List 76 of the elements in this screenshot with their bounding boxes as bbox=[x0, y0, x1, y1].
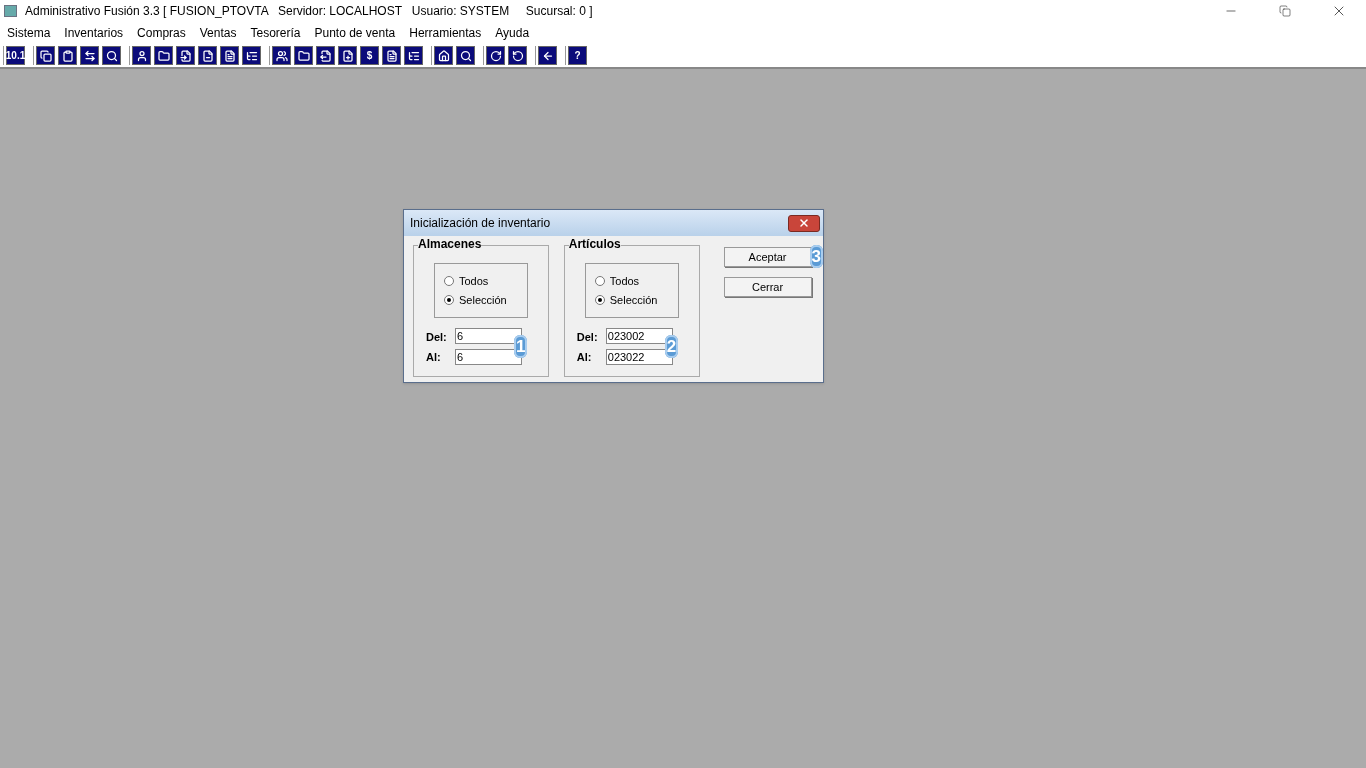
toolbar-button[interactable]: 10.1 bbox=[6, 46, 25, 65]
document-arrow-icon bbox=[319, 49, 332, 62]
person-icon bbox=[135, 49, 148, 62]
document-arrow-icon bbox=[179, 49, 192, 62]
document-plus-icon bbox=[341, 49, 354, 62]
toolbar-button[interactable] bbox=[36, 46, 55, 65]
toolbar-button[interactable] bbox=[80, 46, 99, 65]
toolbar-button[interactable] bbox=[242, 46, 261, 65]
folder-icon bbox=[297, 49, 310, 62]
refresh-icon bbox=[489, 49, 502, 62]
home-icon bbox=[437, 49, 450, 62]
back-arrow-icon bbox=[541, 49, 554, 62]
toolbar-button[interactable] bbox=[176, 46, 195, 65]
toolbar-button[interactable] bbox=[132, 46, 151, 65]
clipboard-icon bbox=[61, 49, 74, 62]
dialog-button[interactable]: Cerrar bbox=[723, 277, 812, 297]
toolbar-button[interactable] bbox=[434, 46, 453, 65]
radio-label: Selección bbox=[609, 293, 658, 308]
document-icon bbox=[385, 49, 398, 62]
dialog-title: Inicialización de inventario bbox=[410, 215, 551, 232]
toolbar-button[interactable] bbox=[486, 46, 505, 65]
menu-item[interactable]: Ventas bbox=[199, 24, 237, 42]
field-label: Del: bbox=[576, 330, 599, 345]
menu-item[interactable]: Tesorería bbox=[250, 24, 301, 42]
app-icon bbox=[4, 5, 17, 17]
toolbar-button[interactable] bbox=[102, 46, 121, 65]
dialog-button[interactable]: Aceptar bbox=[723, 247, 812, 267]
field-label: Al: bbox=[426, 350, 442, 365]
menu-item[interactable]: Inventarios bbox=[64, 24, 124, 42]
toolbar-button[interactable] bbox=[154, 46, 173, 65]
toolbar-button[interactable]: ? bbox=[568, 46, 587, 65]
toolbar-button[interactable] bbox=[538, 46, 557, 65]
toolbar-button[interactable] bbox=[198, 46, 217, 65]
radio-button[interactable] bbox=[594, 295, 605, 306]
list-icon bbox=[407, 49, 420, 62]
number-badge: 1 bbox=[514, 334, 528, 358]
field-label: Al: bbox=[576, 350, 593, 365]
arrows-icon bbox=[83, 49, 96, 62]
close-icon bbox=[798, 217, 810, 229]
radio-button[interactable] bbox=[444, 275, 454, 286]
radio-button[interactable] bbox=[594, 275, 605, 286]
toolbar-button[interactable] bbox=[404, 46, 423, 65]
menu-item[interactable]: Punto de venta bbox=[314, 24, 396, 42]
toolbar-button[interactable] bbox=[382, 46, 401, 65]
group-title: Almacenes bbox=[418, 238, 482, 250]
document-minus-icon bbox=[201, 49, 214, 62]
toolbar-button[interactable] bbox=[294, 46, 313, 65]
search-icon bbox=[105, 49, 118, 62]
list-icon bbox=[245, 49, 258, 62]
toolbar-button[interactable] bbox=[508, 46, 527, 65]
folder-icon bbox=[157, 49, 170, 62]
undo-icon bbox=[511, 49, 524, 62]
menu-item[interactable]: Sistema bbox=[7, 24, 51, 42]
toolbar-button[interactable] bbox=[272, 46, 291, 65]
menu-item[interactable]: Herramientas bbox=[409, 24, 482, 42]
radio-label: Selección bbox=[459, 293, 507, 308]
toolbar-button[interactable]: $ bbox=[360, 46, 379, 65]
toolbar-button[interactable] bbox=[316, 46, 335, 65]
group-title: Artículos bbox=[568, 238, 621, 250]
toolbar-button[interactable] bbox=[456, 46, 475, 65]
menu-item[interactable]: Ayuda bbox=[495, 24, 530, 42]
toolbar-button[interactable] bbox=[220, 46, 239, 65]
search-icon bbox=[459, 49, 472, 62]
window-title: Administrativo Fusión 3.3 [ FUSION_PTOVTA Servidor: LOCALHOST Usuario: SYSTEM Sucursal: 0 ] bbox=[25, 3, 593, 20]
field-label: Del: bbox=[426, 330, 448, 345]
radio-button[interactable] bbox=[444, 295, 454, 306]
menu-item[interactable]: Compras bbox=[137, 24, 186, 42]
people-icon bbox=[275, 49, 288, 62]
restore-icon bbox=[1279, 5, 1291, 17]
dialog-close-button[interactable] bbox=[788, 214, 820, 232]
toolbar-button[interactable] bbox=[58, 46, 77, 65]
radio-label: Todos bbox=[459, 273, 489, 289]
toolbar-button[interactable] bbox=[338, 46, 357, 65]
copy-icon bbox=[39, 49, 52, 62]
radio-label: Todos bbox=[609, 273, 640, 289]
document-icon bbox=[223, 49, 236, 62]
